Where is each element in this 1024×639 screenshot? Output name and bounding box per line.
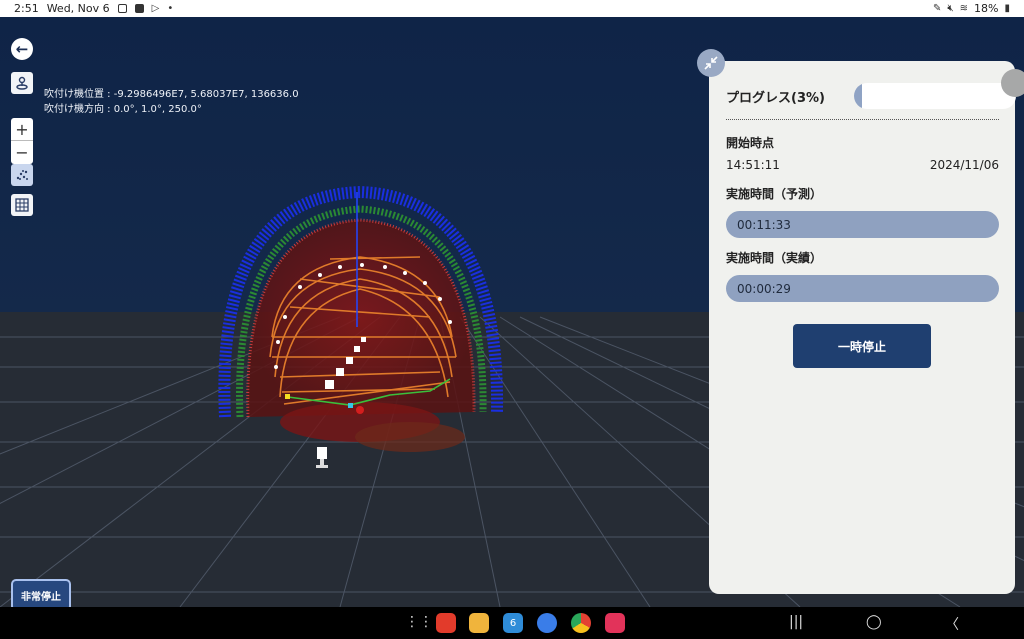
actual-time-label: 実施時間（実績） (726, 251, 823, 265)
pause-button[interactable]: 一時停止 (793, 324, 931, 368)
calendar-day: 6 (509, 617, 517, 629)
zoom-in-button[interactable]: + (11, 118, 33, 141)
battery-percent: 18% (974, 2, 999, 15)
estimated-time-label: 実施時間（予測） (726, 187, 823, 201)
start-date: 2024/11/06 (929, 158, 999, 172)
collapse-panel-button[interactable] (697, 49, 725, 77)
progress-label: プログレス(3%) (726, 90, 825, 106)
pen-icon: ✎ (932, 2, 942, 14)
calendar-icon[interactable]: 6 (503, 613, 523, 633)
grid-toggle[interactable] (11, 194, 33, 216)
screen-recorder-icon[interactable] (605, 613, 625, 633)
recenter-button[interactable] (11, 72, 33, 94)
back-button[interactable]: ← (11, 38, 33, 60)
status-time: 2:51 (14, 2, 39, 15)
actual-time-value: 00:00:29 (726, 275, 999, 302)
progress-bar (854, 83, 1016, 109)
play-store-notification-icon: ▷ (151, 2, 160, 14)
files-icon[interactable] (469, 613, 489, 633)
start-time: 14:51:11 (726, 158, 780, 172)
mute-icon: 🔇︎ (947, 2, 954, 14)
sprayer-direction: 吹付け機方向 : 0.0°, 1.0°, 250.0° (44, 104, 202, 115)
edit-handle-icon[interactable] (1001, 69, 1024, 97)
sprayer-coordinates: 吹付け機位置 : -9.2986496E7, 5.68037E7, 136636… (44, 87, 299, 117)
battery-icon: ▮ (1004, 2, 1010, 14)
estimated-time-value: 00:11:33 (726, 211, 999, 238)
progress-row: プログレス(3%) (726, 83, 1016, 109)
dot-icon: • (167, 2, 174, 14)
sprayer-position: 吹付け機位置 : -9.2986496E7, 5.68037E7, 136636… (44, 89, 299, 100)
chrome-icon[interactable] (571, 613, 591, 633)
flipboard-icon[interactable] (436, 613, 456, 633)
messages-icon[interactable] (537, 613, 557, 633)
recent-apps-icon[interactable]: ||| (789, 614, 803, 630)
home-icon[interactable]: ◯ (866, 614, 882, 630)
status-date: Wed, Nov 6 (46, 2, 110, 15)
progress-panel: プログレス(3%) 開始時点 14:51:11 2024/11/06 実施時間（… (709, 61, 1016, 594)
joystick-icon (16, 76, 28, 90)
start-label: 開始時点 (726, 136, 775, 150)
divider (726, 119, 999, 120)
zoom-out-button[interactable]: − (11, 141, 33, 164)
point-cloud-toggle[interactable] (11, 164, 33, 186)
collapse-arrows-icon (704, 56, 718, 70)
back-nav-icon[interactable]: 〈 (945, 614, 959, 634)
zoom-control: + − (11, 118, 33, 164)
emergency-stop-button[interactable]: 非常停止 (11, 579, 71, 607)
arrow-left-icon: ← (15, 40, 29, 58)
point-cloud-icon (16, 170, 28, 180)
progress-bar-fill (854, 83, 862, 109)
wifi-icon: ≋ (959, 2, 969, 14)
grid-icon (15, 198, 29, 212)
status-bar: 2:51 Wed, Nov 6 ▷ • ✎ 🔇︎ ≋ 18% ▮ (0, 0, 1024, 17)
checkbox-notification-icon (134, 4, 144, 13)
gallery-notification-icon (117, 4, 127, 13)
